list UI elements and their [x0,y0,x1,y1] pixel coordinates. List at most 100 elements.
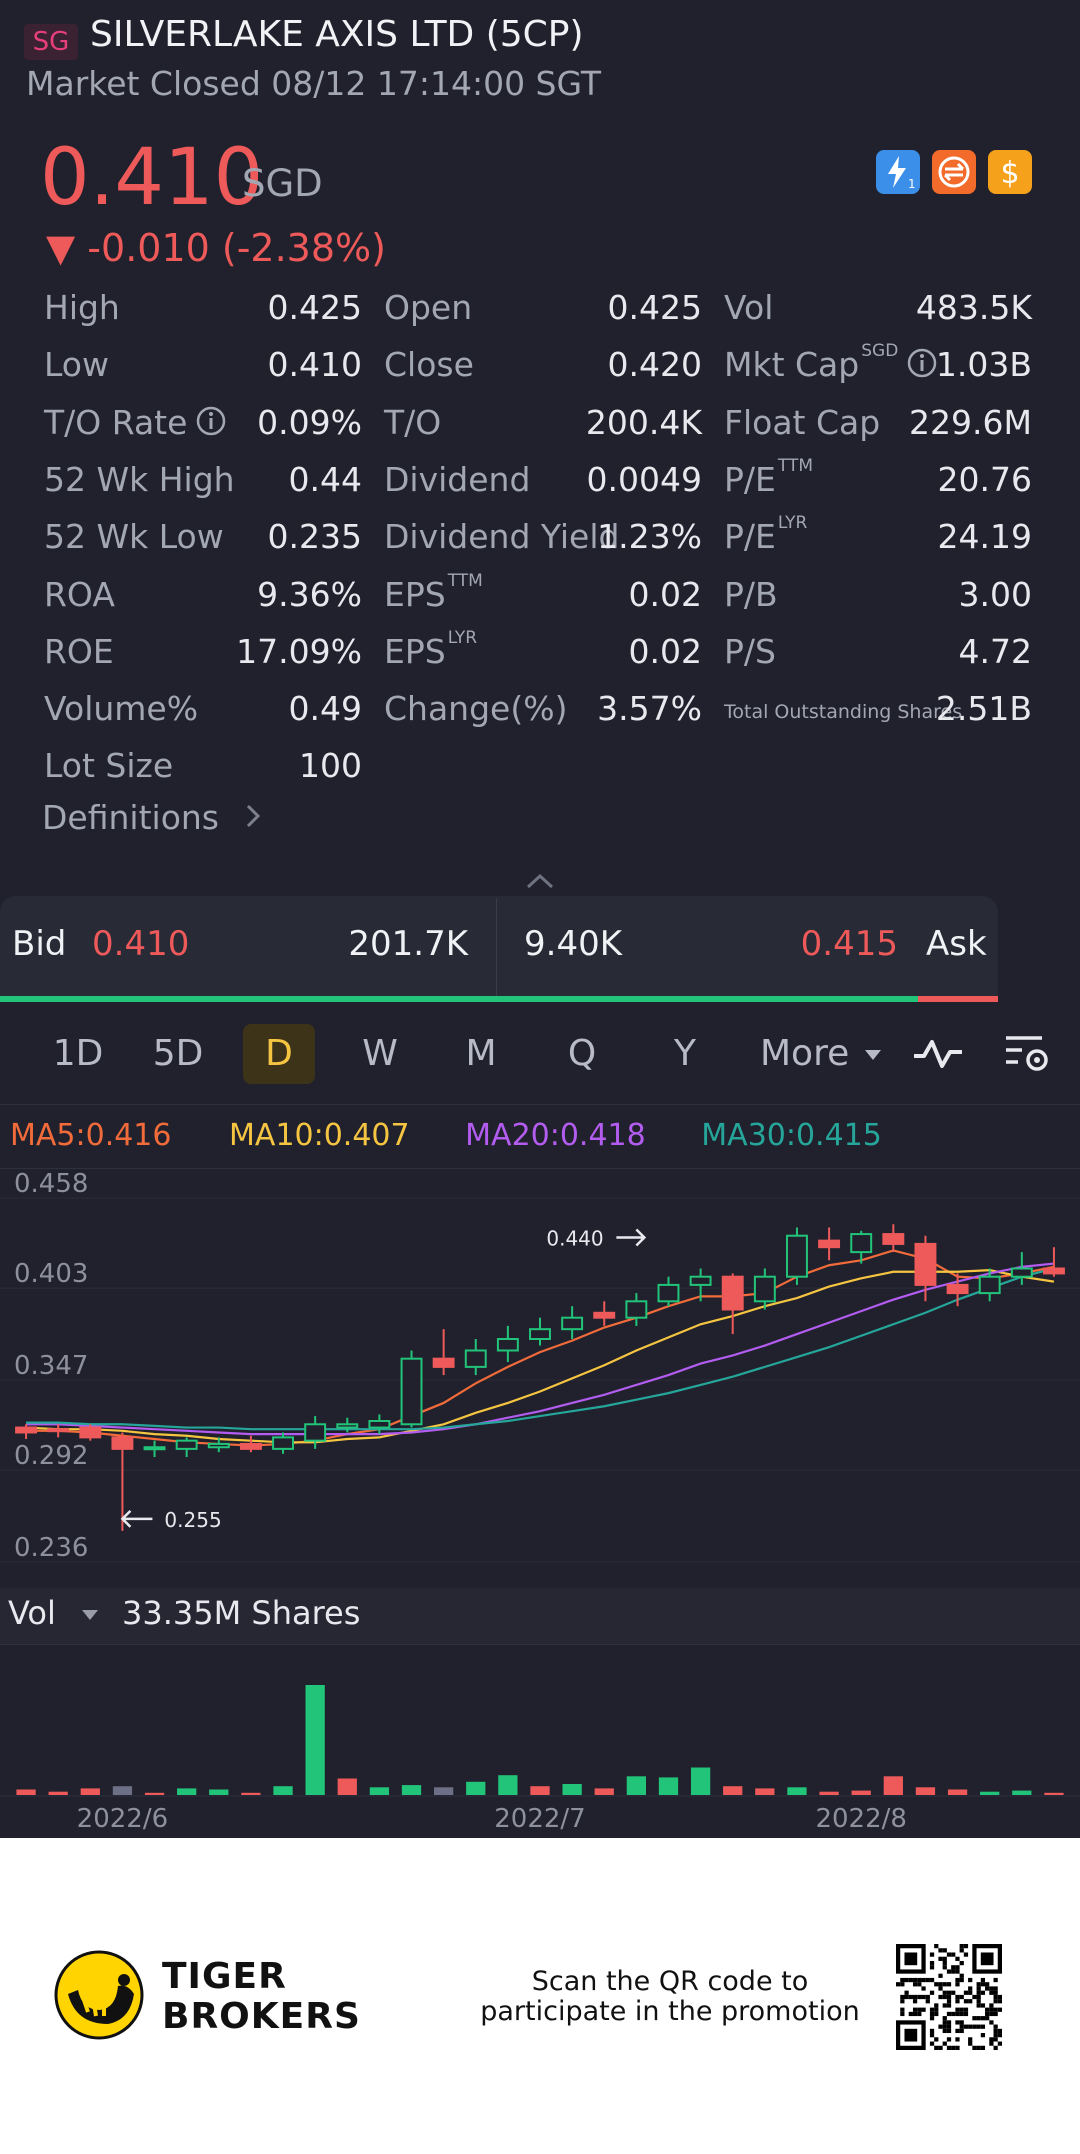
volume-bar [466,1781,486,1795]
y-tick-label: 0.236 [14,1533,88,1563]
lightning-level1-icon[interactable]: 1 [876,150,920,194]
volume-bar [915,1787,936,1795]
y-tick-label: 0.347 [14,1351,88,1381]
tab-y[interactable]: Y [649,1024,721,1084]
stat-label-superscript: TTM [447,571,483,591]
more-label: More [760,1033,850,1074]
volume-bar [144,1792,165,1795]
indicator-icon[interactable] [912,1034,964,1074]
stat-label: P/S [724,632,776,671]
dollar-icon[interactable]: $ [988,150,1032,194]
chart-settings-icon[interactable] [1002,1032,1052,1076]
stat-value: 0.44 [288,460,362,499]
high-annotation-label: 0.440 [546,1227,603,1251]
stat-value: 9.36% [257,575,362,614]
stat-value: 3.00 [958,575,1032,614]
stat-value: 0.49 [288,689,362,728]
stat-label: Low [44,345,109,384]
stat-label-text: EPS [384,575,446,614]
stat-value: 1.03B [935,345,1032,384]
stat-label: P/E LYR [724,513,807,556]
brand-name-line1: TIGER [162,1956,287,1997]
volume-bar [819,1791,839,1795]
tab-w[interactable]: W [344,1024,416,1084]
stat-value: 0.02 [628,575,702,614]
market-badge: SG [24,24,78,60]
volume-bar [273,1786,293,1795]
stat-label-text: P/E [724,517,776,556]
volume-bar [16,1789,36,1795]
stat-value: 0.410 [267,345,362,384]
tab-1d[interactable]: 1D [42,1024,114,1084]
qr-finder-pattern [972,1944,1002,1974]
candle-up [689,1275,712,1286]
legend-divider [0,1168,1080,1169]
candle-down [239,1442,262,1450]
stat-label: Close [384,345,474,384]
ma30-label: MA30:0.415 [701,1118,882,1153]
x-tick-label: 2022/8 [815,1804,906,1834]
ma-legend: MA5:0.416 MA10:0.407 MA20:0.418 MA30:0.4… [10,1118,882,1153]
stat-label-superscript: LYR [777,513,808,533]
candle-up [1010,1267,1033,1278]
y-tick-label: 0.458 [14,1170,88,1199]
volume-bar [177,1788,197,1795]
brand-name-line2: BROKERS [162,1996,361,2037]
quote-badges: 1 $ [876,150,1036,194]
stat-value: 1.23% [597,517,702,556]
stat-label: ROA [44,575,115,614]
volume-bar [851,1790,871,1795]
candle-up [625,1300,648,1319]
candle-up [304,1423,327,1442]
stat-value: 100 [299,746,362,785]
stat-value: 2.51B [935,689,1032,728]
bid-size: 201.7K [348,924,468,964]
volume-bar [48,1791,68,1795]
stat-value: 483.5K [915,288,1032,327]
stat-label-text: P/B [724,575,778,614]
candlestick-chart[interactable]: 0.458 0.403 0.347 0.292 0.236 0.440 0.255 [0,1170,1080,1586]
volume-bar [112,1786,133,1795]
bid-ratio-fill [0,996,919,1002]
candle-up [143,1446,166,1451]
tab-5d[interactable]: 5D [142,1024,214,1084]
stat-value: 0.09% [257,403,362,442]
candle-up [336,1423,359,1429]
candle-up [561,1316,584,1331]
stat-value: 200.4K [585,403,702,442]
ma5-label: MA5:0.416 [10,1118,172,1153]
stat-value: 3.57% [597,689,702,728]
stock-title: SILVERLAKE AXIS LTD (5CP) [90,14,584,55]
candle-down [882,1233,905,1245]
bid-ask-divider [496,898,497,996]
definitions-link[interactable]: Definitions [42,798,262,837]
candle-down [721,1275,744,1311]
qr-finder-pattern [896,1944,926,1974]
volume-indicator-select[interactable]: Vol [8,1594,99,1632]
currency-label: SGD [242,162,323,205]
tab-d[interactable]: D [243,1024,315,1084]
ask-price: 0.415 [800,924,898,964]
volume-bar [1044,1792,1064,1795]
promo-text-line1: Scan the QR code to [531,1966,809,1997]
volume-bar [305,1685,325,1795]
stat-value: 4.72 [958,632,1032,671]
tab-m[interactable]: M [445,1024,517,1084]
arrow-right-icon [616,1228,647,1247]
tabs-divider [0,1104,1080,1105]
volume-bar [1012,1790,1032,1795]
tab-q[interactable]: Q [546,1024,618,1084]
collapse-chevron-icon[interactable] [522,870,558,892]
volume-bar [947,1789,968,1795]
stat-label: Open [384,288,472,327]
bid-ask-ratio-bar [0,996,998,1002]
swap-arrows-icon[interactable] [932,150,976,194]
stat-label-text: Lot Size [44,746,174,785]
candle-up [786,1234,808,1278]
more-periods-dropdown[interactable]: More [760,1024,881,1084]
dropdown-caret-icon [864,1050,881,1060]
stat-label-text: P/S [724,632,776,671]
stat-label: EPS LYR [384,628,477,671]
volume-chart[interactable]: 2022/6 2022/7 2022/8 [0,1645,1080,1838]
stat-label: T/O [384,403,441,442]
